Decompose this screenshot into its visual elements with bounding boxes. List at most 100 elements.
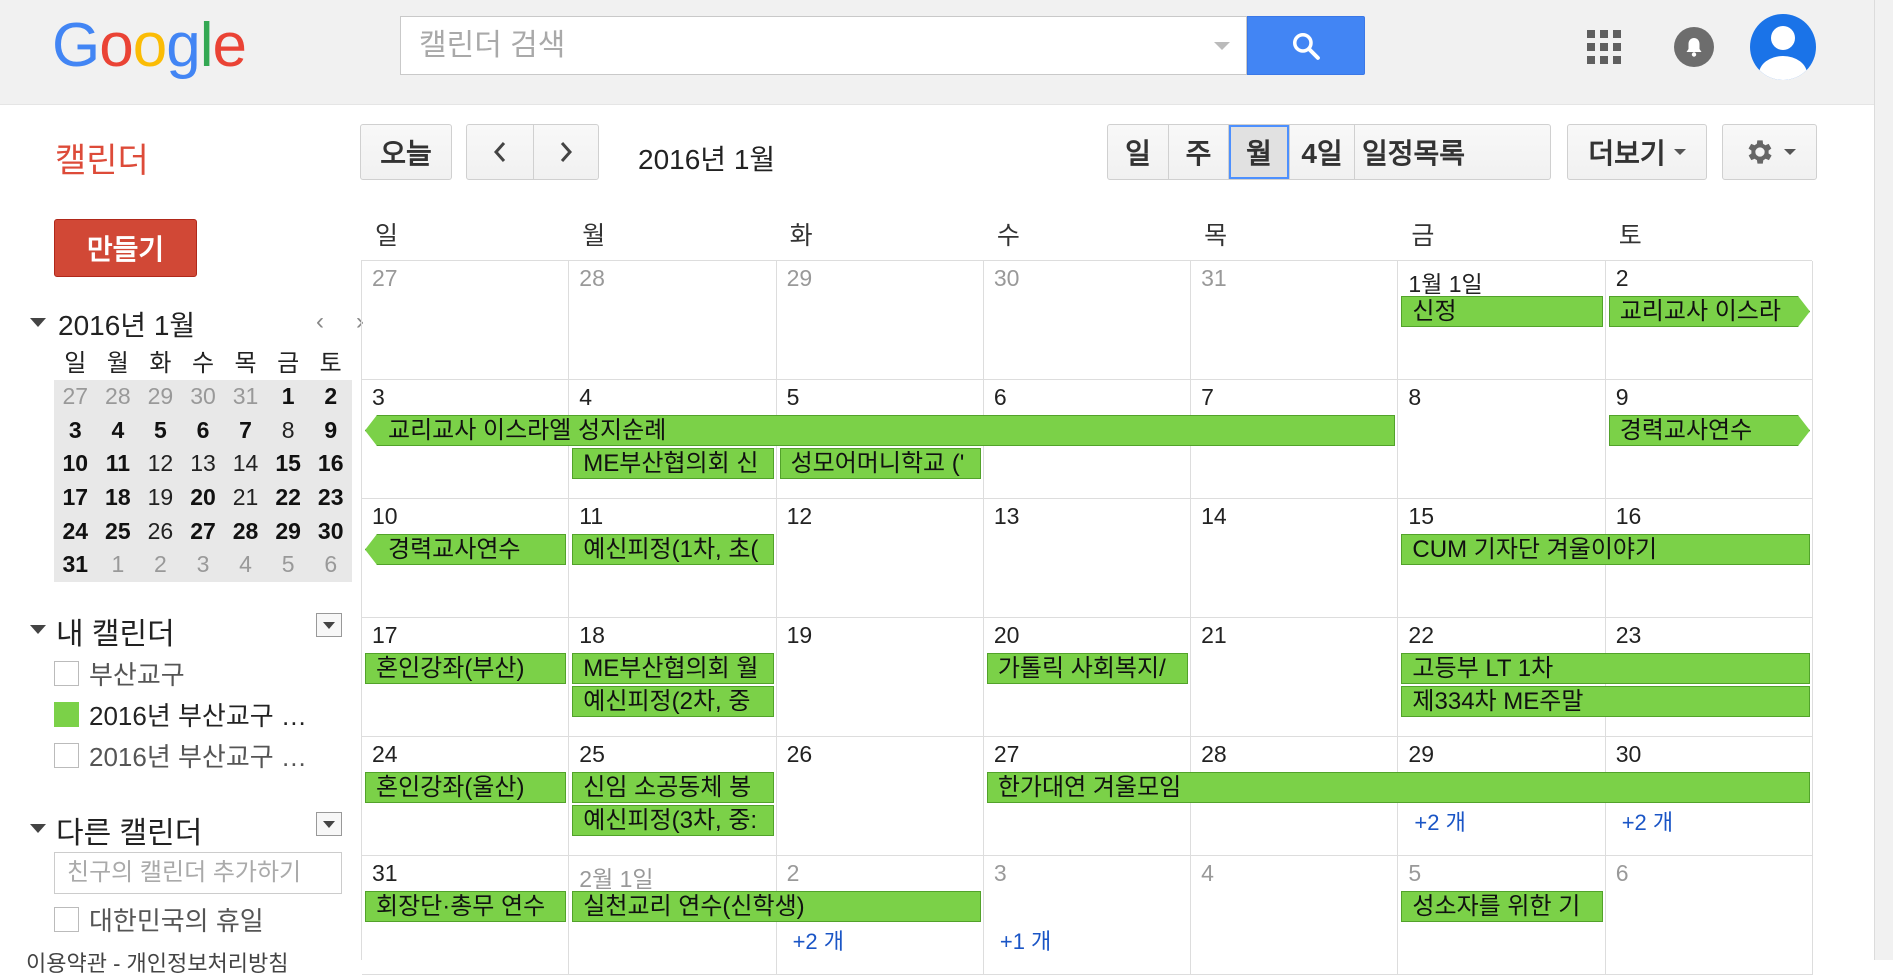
day-number[interactable]: 14 [1201, 503, 1227, 530]
collapse-triangle-icon[interactable] [30, 824, 46, 833]
day-number[interactable]: 30 [994, 265, 1020, 292]
create-event-button[interactable]: 만들기 [54, 219, 197, 277]
day-cell[interactable]: 6 [1605, 856, 1813, 975]
other-calendars-menu-dropdown-icon[interactable] [316, 812, 342, 836]
day-number[interactable]: 31 [372, 860, 398, 887]
day-number[interactable]: 7 [1201, 384, 1214, 411]
mini-day[interactable]: 10 [54, 447, 97, 482]
mini-day[interactable]: 21 [224, 481, 267, 515]
mini-day[interactable]: 23 [309, 481, 352, 515]
mini-day[interactable]: 14 [224, 447, 267, 482]
mini-day[interactable]: 6 [309, 548, 352, 583]
mini-day[interactable]: 8 [266, 413, 310, 448]
day-cell[interactable]: 29 [776, 261, 984, 380]
event-chip[interactable]: 교리교사 이스라엘 성지순례 [365, 415, 1396, 446]
calendar-checkbox[interactable] [54, 742, 79, 768]
prev-period-button[interactable] [467, 125, 533, 179]
mini-day[interactable]: 26 [139, 514, 182, 549]
mini-day[interactable]: 20 [181, 481, 225, 515]
mini-day[interactable]: 1 [266, 380, 310, 414]
account-avatar[interactable] [1750, 14, 1816, 80]
day-number[interactable]: 11 [579, 503, 603, 530]
day-number[interactable]: 4 [579, 384, 592, 411]
day-number[interactable]: 31 [1201, 265, 1227, 292]
mini-day[interactable]: 29 [266, 514, 310, 549]
settings-button[interactable] [1722, 124, 1817, 180]
calendar-list-item[interactable]: 부산교구 [54, 656, 185, 690]
day-number[interactable]: 27 [372, 265, 398, 292]
mini-day[interactable]: 7 [224, 413, 267, 448]
my-calendars-menu-dropdown-icon[interactable] [316, 613, 342, 637]
day-number[interactable]: 6 [994, 384, 1007, 411]
day-number[interactable]: 4 [1201, 860, 1214, 887]
mini-day[interactable]: 31 [224, 380, 267, 414]
day-number[interactable]: 1월 1일 [1408, 265, 1482, 299]
mini-day[interactable]: 3 [181, 548, 225, 583]
day-number[interactable]: 30 [1616, 741, 1642, 768]
footer-links[interactable]: 이용약관 - 개인정보처리방침 [26, 946, 288, 978]
event-chip[interactable]: 교리교사 이스라 [1609, 296, 1810, 327]
mini-day[interactable]: 24 [54, 514, 97, 549]
calendar-checkbox[interactable] [54, 906, 79, 932]
more-events-link[interactable]: +2 개 [793, 924, 844, 956]
day-number[interactable]: 5 [1408, 860, 1421, 887]
mini-day[interactable]: 27 [181, 514, 225, 549]
more-events-link[interactable]: +2 개 [1622, 805, 1673, 837]
mini-day[interactable]: 11 [96, 447, 140, 482]
event-chip[interactable]: 경력교사연수 [365, 534, 567, 565]
mini-calendar-title[interactable]: 2016년 1월 [58, 304, 195, 344]
day-cell[interactable]: 28 [569, 261, 777, 380]
mini-day[interactable]: 30 [309, 514, 352, 549]
mini-day[interactable]: 28 [224, 514, 267, 549]
mini-day[interactable]: 18 [96, 481, 140, 515]
more-events-link[interactable]: +1 개 [1000, 924, 1051, 956]
add-friend-calendar-input[interactable] [54, 852, 342, 894]
mini-day[interactable]: 25 [96, 514, 140, 549]
search-options-chevron-icon[interactable] [1214, 42, 1230, 50]
day-number[interactable]: 29 [1408, 741, 1434, 768]
event-chip[interactable]: 성모어머니학교 (' [779, 448, 981, 479]
day-number[interactable]: 8 [1408, 384, 1421, 411]
day-number[interactable]: 24 [372, 741, 398, 768]
event-chip[interactable]: 경력교사연수 [1609, 415, 1810, 446]
calendar-list-item[interactable]: 대한민국의 휴일 [54, 902, 264, 936]
day-number[interactable]: 29 [787, 265, 813, 292]
day-number[interactable]: 19 [787, 622, 813, 649]
day-cell[interactable]: 19 [776, 618, 984, 737]
page-scrollbar[interactable] [1874, 0, 1893, 960]
mini-day[interactable]: 16 [309, 447, 352, 482]
day-number[interactable]: 22 [1408, 622, 1434, 649]
day-number[interactable]: 17 [372, 622, 398, 649]
mini-day[interactable]: 13 [181, 447, 225, 482]
event-chip[interactable]: 가톨릭 사회복지/ [986, 653, 1189, 684]
day-cell[interactable]: 13 [983, 499, 1192, 618]
day-cell[interactable]: 27 [362, 261, 570, 380]
mini-day[interactable]: 27 [54, 380, 97, 414]
day-number[interactable]: 28 [1201, 741, 1227, 768]
mini-day[interactable]: 12 [139, 447, 182, 482]
event-chip[interactable]: 예신피정(3차, 중: [572, 805, 774, 836]
day-number[interactable]: 9 [1616, 384, 1629, 411]
mini-day[interactable]: 31 [54, 548, 97, 583]
view-button[interactable]: 월 [1228, 125, 1289, 179]
mini-day[interactable]: 5 [266, 548, 310, 583]
day-number[interactable]: 15 [1408, 503, 1434, 530]
collapse-triangle-icon[interactable] [30, 625, 46, 634]
day-number[interactable]: 27 [994, 741, 1020, 768]
mini-prev-month-icon[interactable]: ‹ [316, 308, 324, 336]
calendar-list-item[interactable]: 2016년 부산교구 … [54, 697, 307, 731]
mini-day[interactable]: 9 [309, 413, 352, 448]
day-number[interactable]: 16 [1616, 503, 1642, 530]
day-cell[interactable]: 12 [776, 499, 984, 618]
day-cell[interactable]: 30 [983, 261, 1192, 380]
mini-day[interactable]: 28 [96, 380, 140, 414]
calendar-list-item[interactable]: 2016년 부산교구 … [54, 738, 307, 772]
mini-day[interactable]: 4 [224, 548, 267, 583]
event-chip[interactable]: 회장단·총무 연수 [365, 891, 567, 922]
search-input[interactable] [401, 17, 1241, 74]
event-chip[interactable]: 예신피정(1차, 초( [572, 534, 774, 565]
today-button[interactable]: 오늘 [360, 124, 452, 180]
mini-day[interactable]: 4 [96, 413, 140, 448]
event-chip[interactable]: 신정 [1401, 296, 1603, 327]
notifications-bell-icon[interactable] [1674, 27, 1714, 67]
